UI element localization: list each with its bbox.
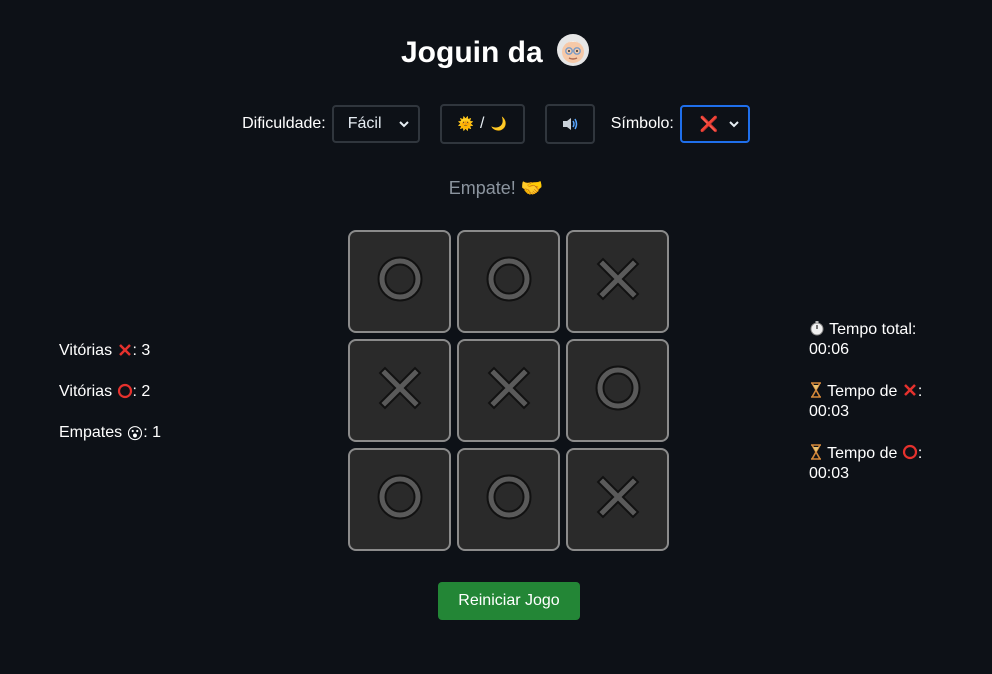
board-cell-6[interactable] xyxy=(348,448,451,551)
o-timer: Tempo de : 00:03 xyxy=(809,444,923,482)
game-board xyxy=(348,230,669,551)
board-cell-5[interactable] xyxy=(566,339,669,442)
hourglass-icon xyxy=(809,444,823,465)
wins-o-value: : 2 xyxy=(132,383,151,400)
board-cell-2[interactable] xyxy=(566,230,669,333)
symbol-value: ❌ xyxy=(699,116,719,133)
surprised-face-icon: 😮 xyxy=(126,426,144,443)
hourglass-icon xyxy=(809,382,823,403)
x-mark-icon xyxy=(484,363,534,418)
x-timer-value: 00:03 xyxy=(809,403,850,420)
x-timer: Tempo de : 00:03 xyxy=(809,382,923,420)
chevron-down-icon xyxy=(399,121,409,128)
draws-stat: Empates 😮 : 1 xyxy=(59,424,161,465)
board-cell-0[interactable] xyxy=(348,230,451,333)
o-timer-value: 00:03 xyxy=(809,465,850,482)
score-panel: Vitórias : 3 Vitórias : 2 Empates 😮 : 1 xyxy=(59,342,161,465)
theme-separator: / xyxy=(480,115,485,132)
title-text: Joguin da xyxy=(400,36,543,69)
o-mark-icon xyxy=(375,254,425,309)
x-mark-icon xyxy=(593,254,643,309)
board-cell-4[interactable] xyxy=(457,339,560,442)
o-icon xyxy=(117,383,133,404)
x-icon xyxy=(117,342,133,363)
moon-icon: 🌙 xyxy=(490,116,507,131)
reset-button[interactable]: Reiniciar Jogo xyxy=(438,582,580,620)
difficulty-value: Fácil xyxy=(347,115,382,132)
o-icon xyxy=(902,444,918,465)
theme-toggle-button[interactable]: 🌞 / 🌙 xyxy=(439,104,525,144)
x-mark-icon xyxy=(375,363,425,418)
chevron-down-icon xyxy=(729,121,739,128)
x-timer-label: Tempo de xyxy=(827,383,898,400)
total-timer-value: 00:06 xyxy=(809,341,850,358)
x-mark-icon xyxy=(593,472,643,527)
total-timer: Tempo total: 00:06 xyxy=(809,320,979,359)
wins-o-label: Vitórias xyxy=(59,383,113,400)
sound-button[interactable] xyxy=(544,104,595,144)
o-mark-icon xyxy=(375,472,425,527)
controls-bar: Dificuldade: Fácil 🌞 / 🌙 Símbolo: ❌ xyxy=(0,104,992,144)
symbol-label: Símbolo: xyxy=(610,115,674,132)
stopwatch-icon xyxy=(809,320,825,341)
o-mark-icon xyxy=(484,472,534,527)
draws-label: Empates xyxy=(59,424,123,441)
wins-x-stat: Vitórias : 3 xyxy=(59,342,161,383)
o-timer-label: Tempo de xyxy=(827,445,898,462)
wins-o-stat: Vitórias : 2 xyxy=(59,383,161,424)
symbol-select[interactable]: ❌ xyxy=(679,105,750,143)
wins-x-value: : 3 xyxy=(132,342,151,359)
board-cell-3[interactable] xyxy=(348,339,451,442)
o-mark-icon xyxy=(484,254,534,309)
board-cell-7[interactable] xyxy=(457,448,560,551)
timer-panel: Tempo total: 00:06 Tempo de : 00:03 Temp… xyxy=(809,320,979,506)
total-timer-label: Tempo total: xyxy=(829,321,917,338)
draws-value: : 1 xyxy=(143,424,162,441)
o-mark-icon xyxy=(593,363,643,418)
speaker-icon xyxy=(562,118,577,130)
wins-x-label: Vitórias xyxy=(59,342,113,359)
difficulty-select[interactable]: Fácil xyxy=(331,105,420,143)
x-icon xyxy=(902,382,918,403)
sun-icon: 🌞 xyxy=(457,116,474,131)
board-cell-8[interactable] xyxy=(566,448,669,551)
game-status: Empate! 🤝 xyxy=(448,178,544,198)
board-cell-1[interactable] xyxy=(457,230,560,333)
grandma-icon xyxy=(555,32,591,76)
page-title: Joguin da xyxy=(0,32,992,76)
difficulty-label: Dificuldade: xyxy=(242,115,326,132)
